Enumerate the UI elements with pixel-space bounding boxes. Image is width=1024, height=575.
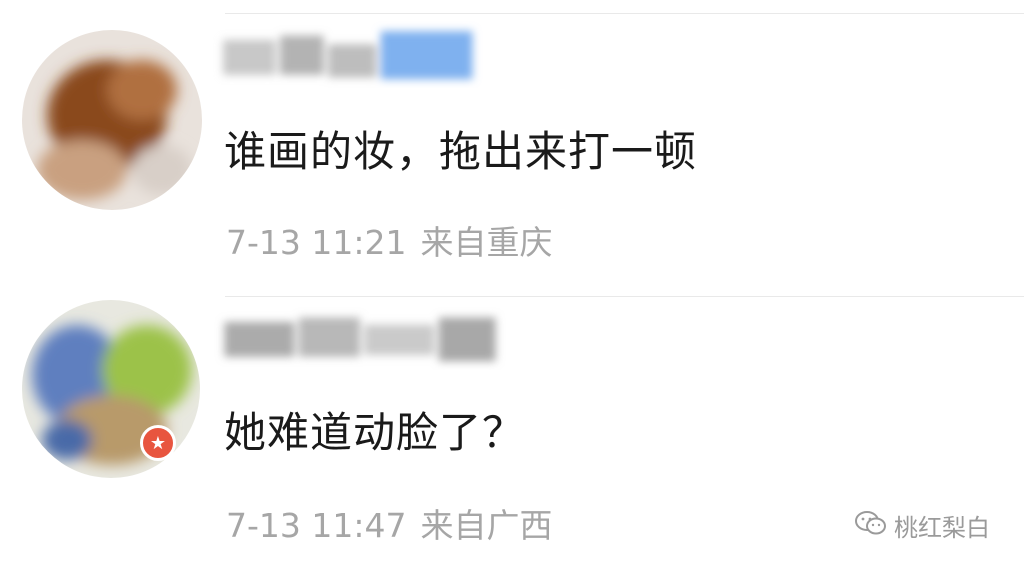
comment-location: 来自广西	[420, 506, 553, 545]
wechat-icon	[854, 510, 888, 542]
star-icon: ★	[149, 432, 167, 454]
comment-list: 谁画的妆，拖出来打一顿 7-13 11:21 来自重庆 ★ 她难道动脸了？ 7-…	[0, 0, 1024, 575]
comment-meta: 7-13 11:21 来自重庆	[226, 226, 567, 259]
comment-text: 她难道动脸了？	[224, 408, 526, 457]
username-blurred[interactable]	[195, 300, 525, 370]
watermark-text: 桃红梨白	[894, 514, 990, 542]
comment-location: 来自重庆	[420, 223, 553, 262]
username-blurred[interactable]	[195, 18, 505, 88]
watermark: 桃红梨白	[854, 508, 990, 543]
comment-date: 7-13 11:21	[226, 223, 407, 262]
verified-badge: ★	[140, 425, 176, 461]
avatar-image	[22, 30, 202, 210]
divider-top	[225, 13, 1024, 14]
comment-meta: 7-13 11:47 来自广西	[226, 509, 567, 542]
divider-middle	[225, 296, 1024, 297]
comment-text: 谁画的妆，拖出来打一顿	[224, 127, 698, 176]
avatar[interactable]	[22, 30, 202, 210]
comment-date: 7-13 11:47	[226, 506, 407, 545]
